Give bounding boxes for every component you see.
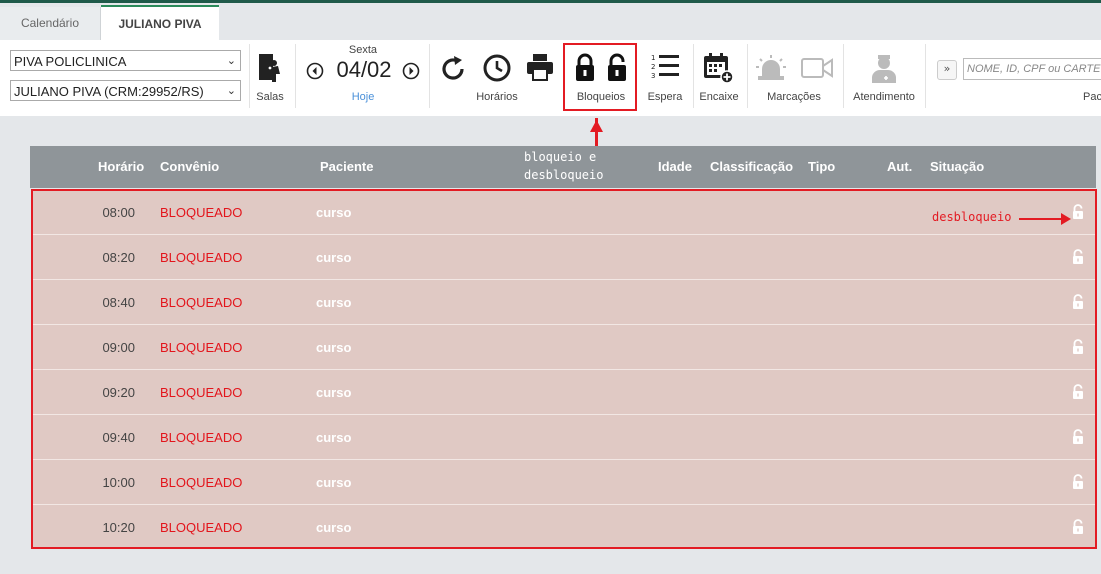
today-link[interactable]: Hoje [340, 91, 386, 103]
header-idade[interactable]: Idade [658, 146, 692, 188]
alarm-icon [756, 55, 786, 80]
espera-button[interactable]: 1 2 3 [650, 52, 680, 82]
calendar-add-icon [704, 53, 734, 84]
divider [429, 44, 430, 108]
doctor-select[interactable]: JULIANO PIVA (CRM:29952/RS) ⌄ [10, 80, 241, 101]
tab-juliano-piva[interactable]: JULIANO PIVA [101, 5, 219, 42]
refresh-button[interactable] [438, 54, 468, 84]
svg-text:2: 2 [651, 63, 655, 71]
espera-label: Espera [647, 91, 683, 103]
doctor-select-value: JULIANO PIVA (CRM:29952/RS) [14, 84, 204, 99]
video-icon [801, 58, 833, 78]
divider [295, 44, 296, 108]
header-aut[interactable]: Aut. [887, 146, 912, 188]
tab-calendario[interactable]: Calendário [0, 7, 101, 40]
horarios-button[interactable] [482, 53, 512, 83]
patient-search-input[interactable]: NOME, ID, CPF ou CARTEIRA [963, 58, 1101, 80]
pacientes-label: Pac [1083, 91, 1101, 103]
horarios-label: Horários [476, 91, 518, 103]
svg-text:1: 1 [651, 54, 655, 62]
divider [925, 44, 926, 108]
atendimento-button[interactable] [869, 52, 899, 84]
chevron-down-icon: ⌄ [226, 55, 236, 67]
arrow-up-icon [590, 120, 603, 132]
header-paciente[interactable]: Paciente [320, 146, 373, 188]
divider [747, 44, 748, 108]
encaixe-label: Encaixe [699, 91, 739, 103]
video-button[interactable] [800, 56, 834, 80]
doctor-icon [872, 55, 896, 83]
header-situacao[interactable]: Situação [930, 146, 984, 188]
clinic-select-value: PIVA POLICLINICA [14, 54, 127, 69]
current-date: 04/02 [336, 57, 392, 82]
clinic-select[interactable]: PIVA POLICLINICA ⌄ [10, 50, 241, 71]
salas-button[interactable] [256, 52, 284, 84]
refresh-icon [442, 56, 464, 80]
divider [843, 44, 844, 108]
bloqueios-highlight [563, 43, 637, 111]
atendimento-label: Atendimento [853, 91, 915, 103]
salas-label: Salas [256, 91, 284, 103]
divider [249, 44, 250, 108]
next-day-button[interactable] [402, 62, 420, 80]
svg-text:3: 3 [651, 72, 655, 80]
header-convenio[interactable]: Convênio [160, 146, 219, 188]
marcacoes-label: Marcações [767, 91, 821, 103]
annotation-desbloqueio: desbloqueio [932, 210, 1012, 224]
annotation-bloqueio-line1: bloqueio e [524, 150, 597, 164]
expand-button[interactable]: » [937, 60, 957, 80]
toolbar: PIVA POLICLINICA ⌄ JULIANO PIVA (CRM:299… [0, 40, 1101, 116]
next-day-icon [402, 62, 420, 80]
header-classificacao[interactable]: Classificação [710, 146, 793, 188]
annotation-bloqueio-line2: desbloqueio [524, 168, 604, 182]
salas-icon [259, 54, 280, 82]
rows-highlight [31, 189, 1097, 549]
print-icon [527, 54, 553, 81]
clock-icon [483, 54, 511, 82]
prev-day-button[interactable] [306, 62, 324, 80]
list-icon: 1 2 3 [651, 54, 679, 80]
weekday-label: Sexta [348, 44, 378, 56]
print-button[interactable] [525, 52, 555, 82]
header-tipo[interactable]: Tipo [808, 146, 835, 188]
tab-bar: Calendário JULIANO PIVA [0, 3, 1101, 42]
header-horario[interactable]: Horário [98, 146, 144, 188]
alarm-button[interactable] [755, 54, 787, 82]
prev-day-icon [306, 62, 324, 80]
encaixe-button[interactable] [702, 52, 734, 84]
divider [693, 44, 694, 108]
chevron-down-icon: ⌄ [226, 85, 236, 97]
arrow-right-icon [1061, 213, 1071, 225]
